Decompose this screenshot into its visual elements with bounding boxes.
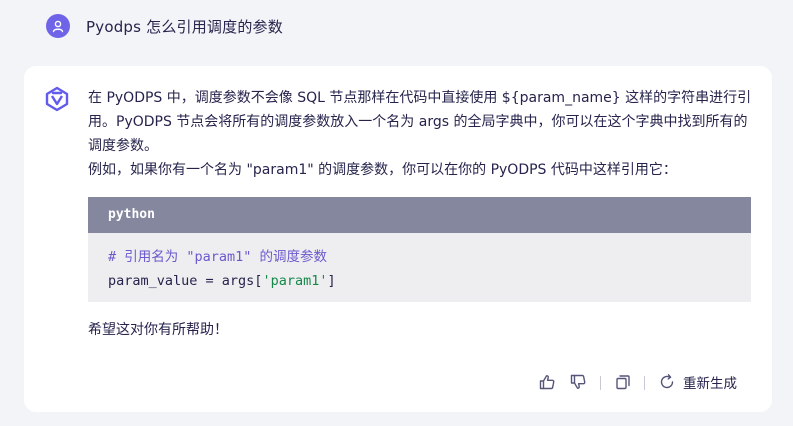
answer-text: 在 PyODPS 中，调度参数不会像 SQL 节点那样在代码中直接使用 ${pa… [88,86,754,182]
answer-actions-bar: 重新生成 [24,368,772,396]
code-assignment-line: param_value = args['param1'] [108,269,731,293]
tongyi-logo-icon [45,86,69,112]
actions-divider [644,376,645,390]
user-message: Pyodps 怎么引用调度的参数 [46,12,283,40]
code-assignment-suffix: ] [327,273,336,289]
user-avatar [46,14,70,38]
code-content[interactable]: # 引用名为 "param1" 的调度参数 param_value = args… [88,233,751,293]
actions-divider [600,376,601,390]
code-block: python # 引用名为 "param1" 的调度参数 param_value… [88,197,751,302]
thumbs-down-icon[interactable] [569,373,587,391]
refresh-icon[interactable] [658,373,676,391]
answer-paragraph-2: 例如，如果你有一个名为 "param1" 的调度参数，你可以在你的 PyODPS… [88,162,677,178]
code-string-literal: 'param1' [262,273,328,289]
user-question-text: Pyodps 怎么引用调度的参数 [86,17,283,36]
user-icon [52,20,64,33]
copy-icon[interactable] [614,373,632,391]
answer-paragraph-1: 在 PyODPS 中，调度参数不会像 SQL 节点那样在代码中直接使用 ${pa… [88,90,752,154]
code-assignment-prefix: param_value = args[ [108,273,263,289]
code-comment-line: # 引用名为 "param1" 的调度参数 [108,249,328,265]
answer-card: 在 PyODPS 中，调度参数不会像 SQL 节点那样在代码中直接使用 ${pa… [24,66,772,412]
code-language-label: python [88,197,751,233]
answer-closing: 希望这对你有所帮助！ [88,322,228,338]
thumbs-up-icon[interactable] [538,373,556,391]
regenerate-button[interactable]: 重新生成 [683,372,737,392]
